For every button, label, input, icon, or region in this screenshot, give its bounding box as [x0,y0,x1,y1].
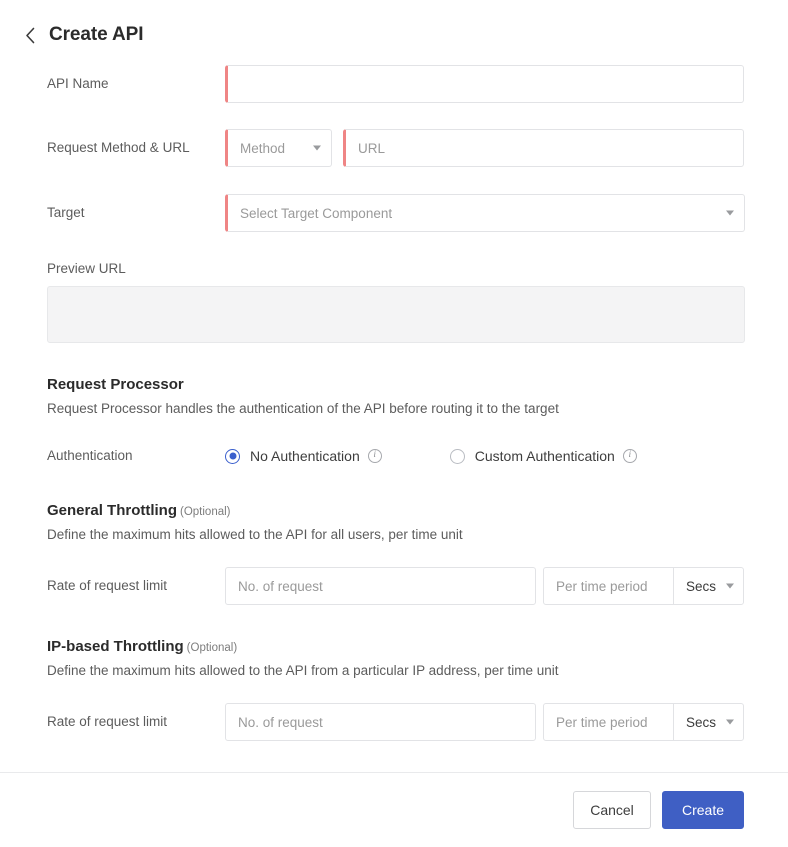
ip-throttling-description: Define the maximum hits allowed to the A… [47,663,744,678]
cancel-button[interactable]: Cancel [573,791,651,829]
ip-throttling-period-group: Per time period Secs [543,703,744,741]
ip-throttling-rate-label: Rate of request limit [47,713,225,731]
method-select-input[interactable] [225,129,332,167]
create-button[interactable]: Create [662,791,744,829]
general-throttling-period-input[interactable]: Per time period [544,568,673,604]
target-label: Target [47,204,225,222]
radio-indicator-custom-authentication[interactable] [450,449,465,464]
target-select-placeholder: Select Target Component [240,206,392,221]
ip-throttling-period-input[interactable]: Per time period [544,704,673,740]
request-method-url-row: Request Method & URL [47,126,744,170]
ip-throttling-rate-row: Rate of request limit Per time period Se… [47,703,744,741]
general-throttling-period-group: Per time period Secs [543,567,744,605]
general-throttling-description: Define the maximum hits allowed to the A… [47,527,744,542]
ip-throttling-count-field [225,703,536,741]
authentication-radio-group: No Authentication i Custom Authenticatio… [225,448,637,464]
radio-no-authentication[interactable]: No Authentication i [225,448,382,464]
authentication-label: Authentication [47,447,225,465]
page-title: Create API [49,24,143,46]
ip-throttling-unit-value: Secs [686,715,716,730]
request-processor-title: Request Processor [47,376,744,393]
api-name-label: API Name [47,75,225,93]
ip-throttling-title: IP-based Throttling(Optional) [47,638,744,655]
ip-throttling-section: IP-based Throttling(Optional) Define the… [47,638,744,741]
info-icon[interactable]: i [623,449,637,463]
authentication-row: Authentication No Authentication i Custo… [47,443,744,469]
general-throttling-optional: (Optional) [180,506,231,518]
general-throttling-rate-label: Rate of request limit [47,577,225,595]
page-header: Create API [0,0,788,52]
general-throttling-count-input[interactable] [225,567,536,605]
target-select[interactable]: Select Target Component [225,194,745,232]
request-method-url-label: Request Method & URL [47,139,225,157]
radio-indicator-no-authentication[interactable] [225,449,240,464]
create-api-form: API Name Request Method & URL Target [0,62,788,741]
api-name-row: API Name [47,62,744,106]
general-throttling-unit-select[interactable]: Secs [673,568,743,604]
general-throttling-count-field [225,567,536,605]
general-throttling-title: General Throttling(Optional) [47,502,744,519]
request-processor-section: Request Processor Request Processor hand… [47,376,744,469]
request-processor-description: Request Processor handles the authentica… [47,401,744,416]
ip-throttling-title-text: IP-based Throttling [47,638,184,655]
api-name-input[interactable] [225,65,744,103]
general-throttling-rate-row: Rate of request limit Per time period Se… [47,567,744,605]
url-input[interactable] [343,129,744,167]
url-field [343,129,744,167]
preview-url-block: Preview URL [47,261,744,343]
ip-throttling-count-input[interactable] [225,703,536,741]
general-throttling-title-text: General Throttling [47,502,177,519]
back-chevron-icon[interactable] [20,25,40,45]
method-select[interactable] [225,129,332,167]
chevron-down-icon [726,584,734,589]
chevron-down-icon [726,720,734,725]
target-row: Target Select Target Component [47,191,744,235]
radio-custom-authentication[interactable]: Custom Authentication i [450,448,637,464]
radio-label-no-authentication: No Authentication [250,448,360,464]
info-icon[interactable]: i [368,449,382,463]
preview-url-box [47,286,745,343]
target-select-value[interactable]: Select Target Component [225,194,745,232]
create-api-page: Create API API Name Request Method & URL [0,0,788,847]
preview-url-label: Preview URL [47,261,744,276]
footer-actions: Cancel Create [0,773,788,847]
ip-throttling-unit-select[interactable]: Secs [673,704,743,740]
radio-label-custom-authentication: Custom Authentication [475,448,615,464]
general-throttling-section: General Throttling(Optional) Define the … [47,502,744,605]
general-throttling-unit-value: Secs [686,579,716,594]
ip-throttling-optional: (Optional) [187,642,238,654]
